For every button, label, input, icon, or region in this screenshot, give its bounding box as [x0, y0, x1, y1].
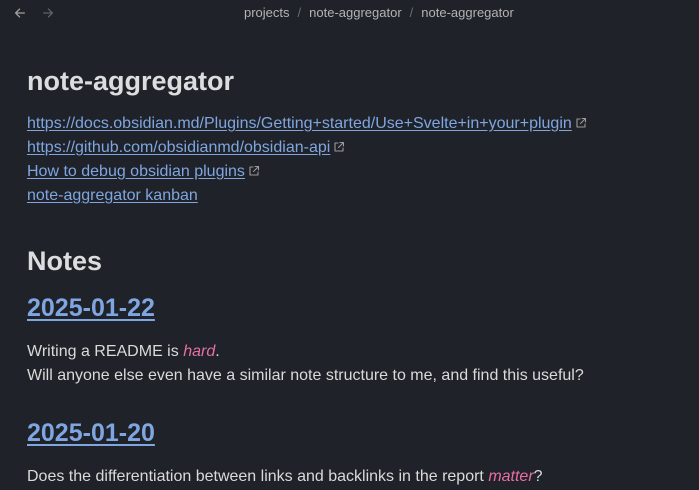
link-kanban[interactable]: note-aggregator kanban — [27, 187, 198, 204]
note-line: Does the differentiation between links a… — [27, 465, 677, 489]
note-entry: 2025-01-22 Writing a README is hard. Wil… — [27, 290, 677, 388]
note-text: Does the differentiation between links a… — [27, 468, 489, 485]
note-date-link[interactable]: 2025-01-20 — [27, 419, 155, 447]
note-window: projects / note-aggregator / note-aggreg… — [0, 0, 699, 490]
link-svelte-docs[interactable]: https://docs.obsidian.md/Plugins/Getting… — [27, 115, 572, 132]
external-link-icon — [334, 141, 345, 152]
link-row: How to debug obsidian plugins — [27, 160, 677, 184]
external-link-icon — [576, 117, 586, 128]
breadcrumb-separator: / — [409, 5, 414, 20]
note-content: note-aggregator https://docs.obsidian.md… — [27, 60, 677, 489]
breadcrumb-item-projects[interactable]: projects — [244, 5, 290, 20]
breadcrumb: projects / note-aggregator / note-aggreg… — [244, 5, 514, 20]
note-emphasis: hard — [183, 343, 216, 360]
link-obsidian-api[interactable]: https://github.com/obsidianmd/obsidian-a… — [27, 139, 330, 156]
link-row: note-aggregator kanban — [27, 184, 677, 208]
note-text: Writing a README is — [27, 343, 184, 360]
note-line: Writing a README is hard. — [27, 340, 677, 364]
note-body: Writing a README is hard. Will anyone el… — [27, 340, 677, 388]
link-row: https://github.com/obsidianmd/obsidian-a… — [27, 136, 677, 160]
link-debug-plugins[interactable]: How to debug obsidian plugins — [27, 163, 245, 180]
nav-forward-button[interactable] — [39, 4, 57, 22]
arrow-right-icon — [42, 8, 54, 18]
page-title: note-aggregator — [27, 66, 235, 96]
note-body: Does the differentiation between links a… — [27, 465, 677, 489]
note-date-heading: 2025-01-20 — [27, 415, 677, 451]
breadcrumb-item-note[interactable]: note-aggregator — [421, 5, 514, 20]
external-link-icon — [249, 165, 259, 176]
title-bar: projects / note-aggregator / note-aggreg… — [0, 0, 699, 26]
note-date-link[interactable]: 2025-01-22 — [27, 294, 155, 322]
note-text: ? — [533, 468, 543, 485]
note-date-heading: 2025-01-22 — [27, 290, 677, 326]
note-text: . — [215, 343, 220, 360]
note-line: Will anyone else even have a similar not… — [27, 367, 584, 384]
breadcrumb-separator: / — [297, 5, 302, 20]
breadcrumb-item-folder[interactable]: note-aggregator — [309, 5, 402, 20]
nav-back-button[interactable] — [11, 4, 29, 22]
link-row: https://docs.obsidian.md/Plugins/Getting… — [27, 112, 677, 136]
arrow-left-icon — [14, 8, 26, 18]
note-entry: 2025-01-20 Does the differentiation betw… — [27, 415, 677, 489]
notes-heading: Notes — [27, 246, 103, 276]
note-emphasis: matter — [488, 468, 534, 485]
link-list: https://docs.obsidian.md/Plugins/Getting… — [27, 112, 677, 208]
